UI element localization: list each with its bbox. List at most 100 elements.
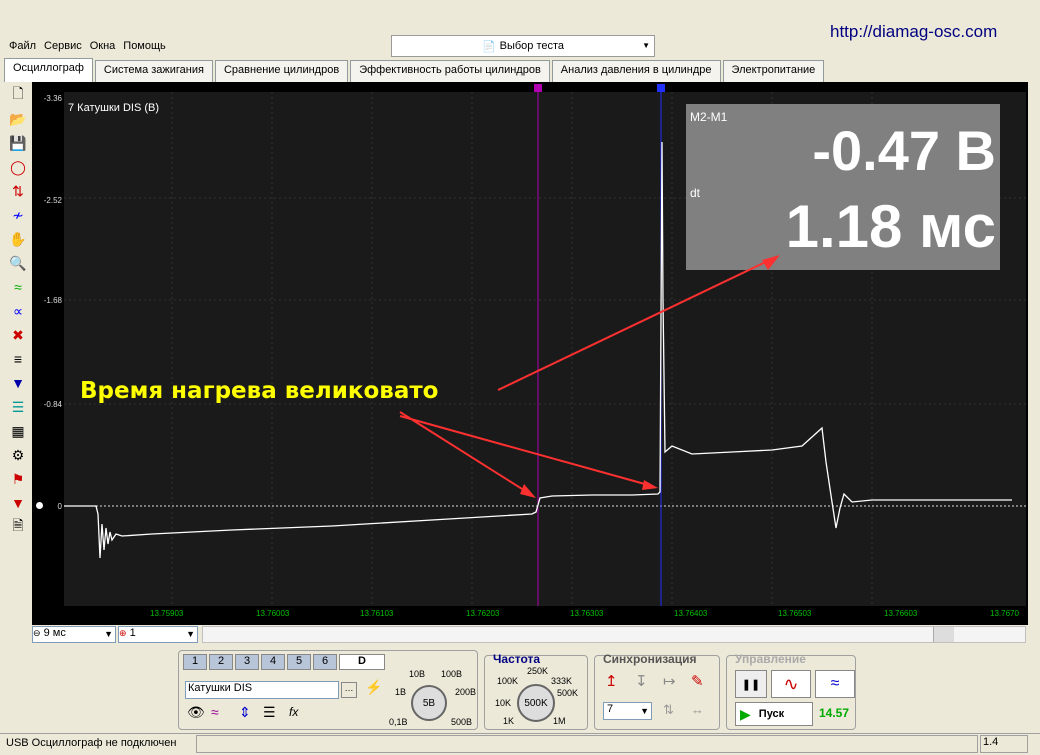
volt-label: 200В (455, 687, 477, 697)
expand-icon[interactable]: ↔ (691, 702, 704, 717)
flag-icon[interactable]: ⚑ (7, 468, 29, 490)
annotation-arrows (399, 255, 780, 498)
tab-cylinder-compare[interactable]: Сравнение цилиндров (214, 60, 349, 82)
open-icon[interactable]: 📂 (7, 108, 29, 130)
channel-tab-5[interactable]: 5 (287, 654, 311, 670)
start-label: Пуск (758, 708, 785, 720)
level-icon[interactable]: ↦ (663, 672, 676, 690)
scroll-thumb[interactable] (933, 627, 954, 642)
hand-icon[interactable]: ✋ (7, 228, 29, 250)
continuous-wave-button[interactable]: ≈ (815, 670, 855, 698)
freq-label: 100K (497, 676, 519, 686)
rising-edge-icon[interactable]: ↥ (605, 672, 618, 690)
fft-icon[interactable]: ✖ (7, 324, 29, 346)
channel-tab-6[interactable]: 6 (313, 654, 337, 670)
auto-sync-icon[interactable]: ✎ (691, 672, 704, 690)
channel-name-field[interactable]: Катушки DIS (185, 681, 339, 699)
start-button[interactable]: ▶ Пуск (735, 702, 813, 726)
channel-select[interactable]: ⊕ 1 ▼ (118, 626, 198, 643)
doc-icon[interactable]: 🗎 (7, 516, 29, 538)
tab-ignition[interactable]: Система зажигания (94, 60, 213, 82)
falling-edge-icon[interactable]: ↧ (635, 672, 648, 690)
list-icon[interactable]: ☰ (7, 396, 29, 418)
channels-icon[interactable]: ▼ (7, 372, 29, 394)
math-icon[interactable]: ∝ (7, 300, 29, 322)
probe-icon[interactable]: ⚡ (365, 679, 382, 696)
channel-select-value: 1 (129, 627, 136, 639)
freq-label: 500K (557, 688, 579, 698)
control-panel: Управление ❚❚ ∿ ≈ ▶ Пуск 14.57 (726, 652, 856, 730)
zoom-icon[interactable]: 🔍 (7, 252, 29, 274)
freq-label: 1M (553, 716, 566, 726)
cursor-measure-icon[interactable]: ⇅ (7, 180, 29, 202)
eye-icon[interactable]: 👁 (187, 704, 205, 721)
status-bar: USB Осциллограф не подключен 1.4 (0, 733, 1040, 755)
tab-pressure-analysis[interactable]: Анализ давления в цилиндре (551, 60, 721, 82)
doc-icon: 📄 (481, 40, 496, 53)
volt-label: 1В (395, 687, 407, 697)
control-title: Управление (735, 652, 806, 666)
vertical-position-icon[interactable]: ⇕ (239, 704, 251, 721)
tab-oscilloscope[interactable]: Осциллограф (4, 58, 93, 82)
function-icon[interactable]: fx (289, 705, 298, 719)
frequency-knob[interactable]: 500K (517, 684, 555, 722)
tab-cylinder-efficiency[interactable]: Эффективность работы цилиндров (350, 60, 550, 82)
channel-tab-digital[interactable]: D (339, 654, 385, 670)
markers-icon[interactable]: ≡ (7, 348, 29, 370)
freq-label: 10K (495, 698, 512, 708)
volts-knob-value: 5В (422, 697, 436, 709)
tab-power-supply[interactable]: Электропитание (722, 60, 825, 82)
wave-icon[interactable]: ≁ (7, 204, 29, 226)
filter-icon[interactable]: ≈ (7, 276, 29, 298)
pause-button[interactable]: ❚❚ (735, 670, 767, 698)
status-middle (196, 735, 978, 753)
chevron-down-icon: ▼ (640, 706, 649, 716)
volt-label: 0,1В (389, 717, 408, 727)
sync-channel-value: 7 (607, 703, 614, 715)
freq-label: 1K (503, 716, 515, 726)
single-wave-button[interactable]: ∿ (771, 670, 811, 698)
volts-knob[interactable]: 5В (411, 685, 447, 721)
more-button[interactable]: … (341, 682, 357, 698)
menu-file[interactable]: Файл (8, 40, 37, 56)
lines-icon[interactable]: ☰ (263, 704, 276, 721)
auto-icon[interactable]: ◯ (7, 156, 29, 178)
site-url: http://diamag-osc.com (830, 22, 998, 41)
channels-panel: 1 2 3 4 5 6 D Катушки DIS … ⚡ 👁 ≈ ⇕ ☰ fx… (178, 650, 478, 730)
tab-bar: Осциллограф Система зажигания Сравнение … (4, 58, 826, 82)
table-icon[interactable]: ▦ (7, 420, 29, 442)
menu-service[interactable]: Сервис (43, 40, 83, 56)
play-icon: ▶ (740, 705, 751, 722)
new-icon[interactable]: 🗋 (7, 84, 29, 106)
menu-help[interactable]: Помощь (122, 40, 167, 56)
channel-tab-4[interactable]: 4 (261, 654, 285, 670)
arrowhead (642, 480, 658, 490)
sync-channel-select[interactable]: 7 ▼ (603, 702, 652, 720)
channel-tab-1[interactable]: 1 (183, 654, 207, 670)
auto-trigger-icon[interactable]: ⚙ (7, 444, 29, 466)
horizontal-scrollbar[interactable] (202, 626, 1026, 643)
dropdown-arrow-icon: ▼ (642, 41, 650, 50)
chevron-down-icon: ▼ (104, 629, 113, 639)
menu-windows[interactable]: Окна (89, 40, 117, 56)
arrowhead (762, 255, 780, 270)
save-icon[interactable]: 💾 (7, 132, 29, 154)
oscilloscope-plot[interactable]: -3.36 -2.52 -1.68 -0.84 0 7 Катушки DIS … (32, 82, 1028, 625)
sine-icon: ∿ (783, 673, 799, 694)
zero-icon[interactable]: ▼ (7, 492, 29, 514)
test-select[interactable]: 📄 Выбор теста ▼ (391, 35, 655, 57)
plus-icon: ⊕ (119, 628, 127, 638)
arrows-icon[interactable]: ⇅ (663, 702, 674, 718)
wave-filter-icon[interactable]: ≈ (211, 704, 219, 720)
chevron-down-icon: ▼ (186, 629, 195, 639)
pause-icon: ❚❚ (741, 678, 761, 691)
sync-title: Синхронизация (603, 652, 697, 666)
status-text: USB Осциллограф не подключен (6, 737, 177, 749)
channel-tab-2[interactable]: 2 (209, 654, 233, 670)
volt-label: 100В (441, 669, 463, 679)
fps-value: 14.57 (819, 706, 850, 720)
channel-tab-3[interactable]: 3 (235, 654, 259, 670)
sync-panel: Синхронизация ↥ ↧ ↦ ✎ 7 ▼ ⇅ ↔ (594, 652, 720, 730)
status-version: 1.4 (980, 735, 1028, 753)
timebase-select[interactable]: ⊖ 9 мс ▼ (32, 626, 116, 643)
